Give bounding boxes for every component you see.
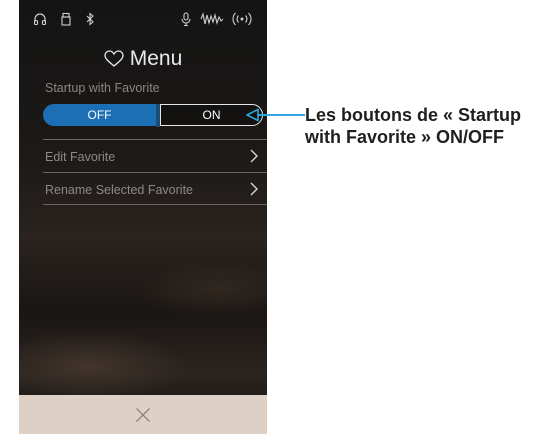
list-divider bbox=[43, 204, 267, 205]
status-bar bbox=[19, 0, 267, 38]
edit-favorite-label: Edit Favorite bbox=[45, 150, 116, 164]
menu-title: Menu bbox=[19, 46, 267, 72]
bluetooth-icon bbox=[83, 12, 97, 26]
usb-icon bbox=[59, 12, 73, 26]
headphones-icon bbox=[33, 12, 47, 26]
startup-favorite-toggle[interactable]: OFF ON bbox=[43, 104, 265, 128]
rename-favorite-label: Rename Selected Favorite bbox=[45, 183, 193, 197]
menu-title-text: Menu bbox=[129, 47, 183, 70]
close-icon[interactable] bbox=[135, 407, 151, 423]
microphone-icon bbox=[179, 12, 193, 26]
startup-favorite-label: Startup with Favorite bbox=[45, 81, 160, 95]
callout-arrow-icon bbox=[246, 108, 305, 122]
close-bar[interactable] bbox=[19, 395, 267, 434]
startup-off-button[interactable]: OFF bbox=[43, 104, 156, 126]
heart-icon bbox=[104, 50, 124, 67]
chevron-right-icon bbox=[250, 182, 258, 196]
wireless-icon bbox=[232, 12, 252, 26]
edit-favorite-row[interactable]: Edit Favorite bbox=[43, 139, 267, 173]
rename-favorite-row[interactable]: Rename Selected Favorite bbox=[43, 172, 267, 206]
wave-icon bbox=[200, 12, 224, 26]
chevron-right-icon bbox=[250, 149, 258, 163]
callout-text: Les boutons de « Startup with Favorite »… bbox=[305, 105, 522, 147]
phone-screen: Menu Startup with Favorite OFF ON Edit F… bbox=[19, 0, 267, 434]
